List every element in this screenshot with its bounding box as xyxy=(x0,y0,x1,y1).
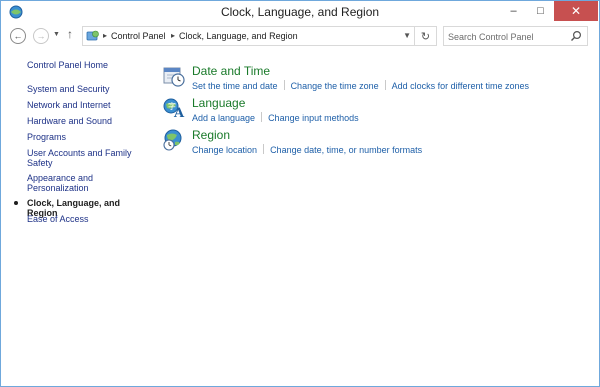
sidebar-item-ease-of-access[interactable]: Ease of Access xyxy=(27,214,145,224)
language-icon[interactable]: A 字 xyxy=(162,96,186,120)
breadcrumb-control-panel[interactable]: Control Panel xyxy=(111,31,166,41)
back-button[interactable]: ← xyxy=(10,28,26,44)
link-add-clocks[interactable]: Add clocks for different time zones xyxy=(392,81,529,91)
category-links-date-time: Set the time and date Change the time zon… xyxy=(192,80,529,91)
link-change-formats[interactable]: Change date, time, or number formats xyxy=(270,145,422,155)
category-links-language: Add a language Change input methods xyxy=(192,112,359,123)
sidebar-item-user-accounts[interactable]: User Accounts and Family Safety xyxy=(27,148,145,168)
sidebar-item-system-security[interactable]: System and Security xyxy=(27,84,145,94)
category-title-region[interactable]: Region xyxy=(192,128,230,142)
link-separator xyxy=(263,144,265,154)
link-separator xyxy=(384,80,386,90)
link-change-location[interactable]: Change location xyxy=(192,145,257,155)
link-separator xyxy=(261,112,263,122)
search-input[interactable] xyxy=(448,30,568,43)
link-change-input-methods[interactable]: Change input methods xyxy=(268,113,359,123)
search-box[interactable] xyxy=(443,26,588,46)
breadcrumb-chevron-icon[interactable]: ▸ xyxy=(171,31,175,40)
link-add-language[interactable]: Add a language xyxy=(192,113,255,123)
close-button[interactable]: ✕ xyxy=(554,1,598,21)
sidebar-item-network-internet[interactable]: Network and Internet xyxy=(27,100,145,110)
sidebar-item-control-panel-home[interactable]: Control Panel Home xyxy=(27,60,145,70)
forward-button[interactable]: → xyxy=(33,28,49,44)
category-links-region: Change location Change date, time, or num… xyxy=(192,144,422,155)
svg-text:字: 字 xyxy=(168,101,176,111)
breadcrumb-chevron-icon[interactable]: ▸ xyxy=(103,31,107,40)
category-title-date-time[interactable]: Date and Time xyxy=(192,64,270,78)
up-button[interactable]: ↑ xyxy=(67,27,73,41)
minimize-button[interactable]: – xyxy=(500,1,527,21)
current-item-bullet xyxy=(14,201,18,205)
breadcrumb-clock-language-region[interactable]: Clock, Language, and Region xyxy=(179,31,298,41)
category-title-language[interactable]: Language xyxy=(192,96,245,110)
recent-locations-button[interactable]: ▼ xyxy=(53,31,60,38)
maximize-button[interactable]: □ xyxy=(527,1,554,21)
link-separator xyxy=(283,80,285,90)
globe-clock-icon[interactable] xyxy=(162,128,186,152)
link-set-time-date[interactable]: Set the time and date xyxy=(192,81,278,91)
refresh-button[interactable]: ↻ xyxy=(415,26,437,46)
address-bar[interactable]: ▸ Control Panel ▸ Clock, Language, and R… xyxy=(82,26,415,46)
title-bar[interactable]: Clock, Language, and Region – □ ✕ xyxy=(1,1,599,23)
address-dropdown-icon[interactable]: ▼ xyxy=(403,31,411,40)
clock-calendar-icon[interactable] xyxy=(162,64,186,88)
search-icon[interactable] xyxy=(570,30,582,42)
sidebar-item-hardware-sound[interactable]: Hardware and Sound xyxy=(27,116,145,126)
control-panel-window: Clock, Language, and Region – □ ✕ ← → ▼ … xyxy=(0,0,600,387)
link-change-time-zone[interactable]: Change the time zone xyxy=(291,81,379,91)
sidebar-item-programs[interactable]: Programs xyxy=(27,132,145,142)
sidebar-item-appearance[interactable]: Appearance and Personalization xyxy=(27,173,145,193)
control-panel-icon xyxy=(86,30,99,41)
navigation-bar: ← → ▼ ↑ ▸ Control Panel ▸ Clock, Languag… xyxy=(1,23,599,49)
